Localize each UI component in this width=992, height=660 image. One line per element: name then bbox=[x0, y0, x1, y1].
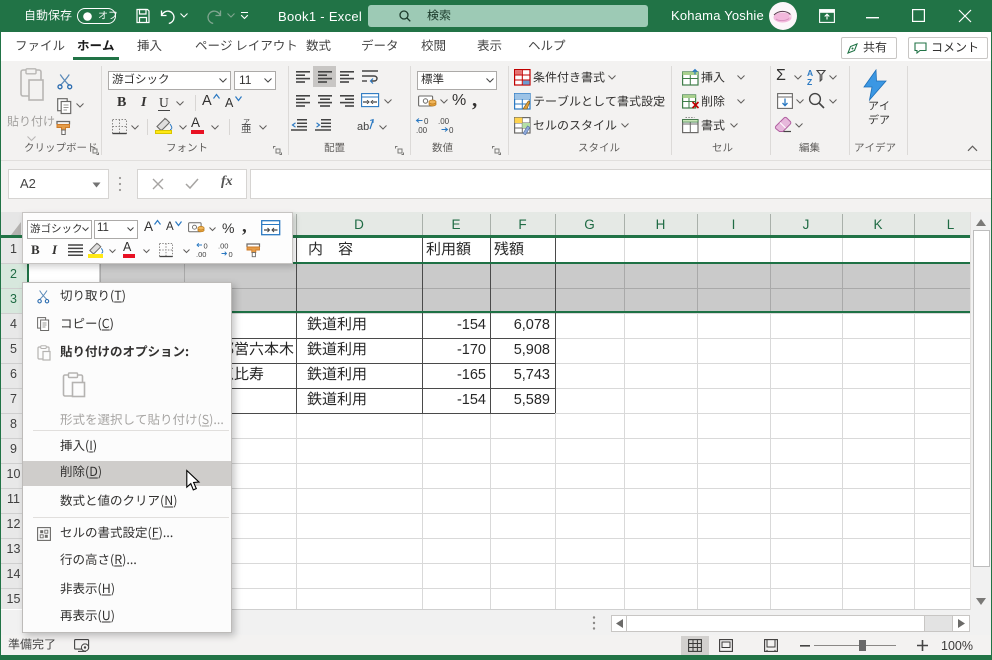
svg-text:.00: .00 bbox=[196, 250, 206, 259]
svg-text:ab: ab bbox=[357, 121, 369, 133]
svg-text:0: 0 bbox=[449, 126, 454, 135]
svg-text:A: A bbox=[807, 68, 813, 78]
svg-text:Z: Z bbox=[807, 77, 812, 87]
svg-text:.00: .00 bbox=[416, 126, 428, 135]
svg-text:.00: .00 bbox=[218, 242, 228, 251]
svg-text:0: 0 bbox=[229, 250, 233, 259]
svg-text:.00: .00 bbox=[438, 117, 450, 126]
svg-text:0: 0 bbox=[204, 242, 208, 251]
svg-text:0: 0 bbox=[424, 117, 429, 126]
